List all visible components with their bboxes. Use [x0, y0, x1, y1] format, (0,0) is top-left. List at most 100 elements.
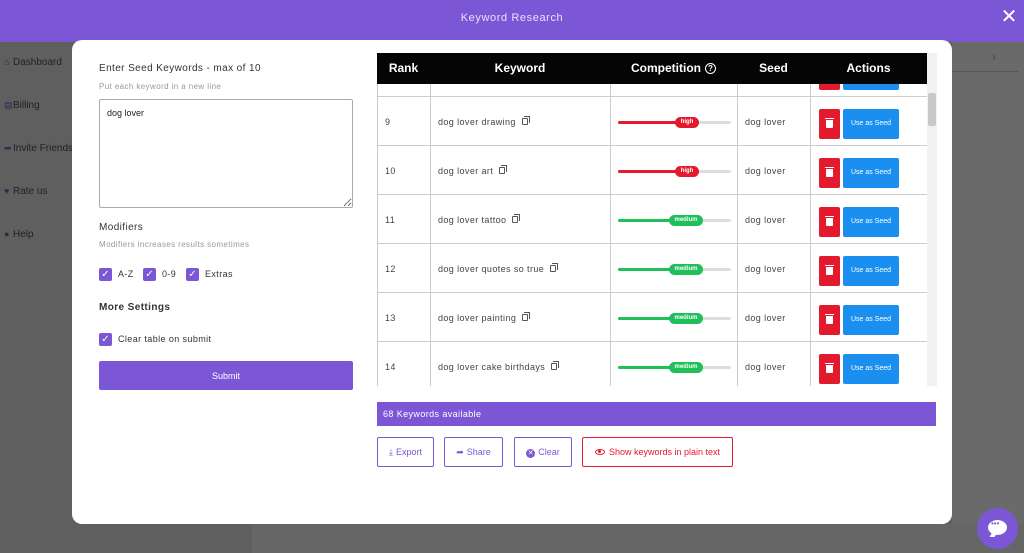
trash-icon: [825, 265, 834, 275]
delete-button[interactable]: [819, 84, 840, 90]
seed-keywords-hint: Put each keyword in a new line: [99, 82, 222, 91]
billing-icon: ▤: [4, 100, 13, 110]
delete-button[interactable]: [819, 109, 840, 139]
seed-cell: dog lover: [745, 362, 786, 372]
clear-table-label: Clear table on submit: [118, 334, 212, 344]
trash-icon: [825, 216, 834, 226]
keyword-cell: dog lover tattoo: [438, 214, 521, 225]
keyword-text: dog lover tattoo: [438, 215, 507, 225]
seed-keywords-input[interactable]: dog lover: [99, 99, 353, 208]
table-body: Use as Seed 9 dog lover drawing high dog lov…: [377, 84, 927, 386]
delete-button[interactable]: [819, 256, 840, 286]
sidebar-item[interactable]: ♥ Rate us: [4, 186, 47, 197]
header-competition-label: Competition: [631, 61, 701, 75]
sidebar-item-label: Invite Friends: [13, 143, 74, 154]
plain-text-label: Show keywords in plain text: [608, 447, 721, 457]
use-as-seed-button[interactable]: Use as Seed: [843, 207, 899, 237]
header-actions: Actions: [846, 61, 891, 75]
keyword-text: dog lover quotes so true: [438, 264, 545, 274]
column-divider: [430, 84, 431, 386]
table-row: 11 dog lover tattoo medium dog lover Use as …: [378, 195, 927, 244]
share-icon: ➦: [4, 143, 12, 153]
chevron-right-icon: ›: [992, 50, 996, 64]
table-row: 14 dog lover cake birthdays medium dog love…: [378, 342, 927, 386]
competition-badge: high: [675, 117, 699, 128]
seed-cell: dog lover: [745, 215, 786, 225]
delete-button[interactable]: [819, 354, 840, 384]
chat-button[interactable]: [977, 508, 1018, 549]
copy-icon[interactable]: [499, 165, 508, 174]
keyword-cell: dog lover cake birthdays: [438, 361, 560, 372]
delete-button[interactable]: [819, 158, 840, 188]
rank-cell: 10: [385, 166, 396, 176]
use-as-seed-button[interactable]: Use as Seed: [843, 84, 899, 90]
keyword-text: dog lover painting: [438, 313, 517, 323]
modifier-09-checkbox[interactable]: ✓: [143, 268, 156, 281]
competition-bar: medium: [618, 362, 731, 373]
use-as-seed-button[interactable]: Use as Seed: [843, 305, 899, 335]
sidebar-item[interactable]: ⌂ Dashboard: [4, 57, 62, 68]
trash-icon: [825, 167, 834, 177]
clear-icon: ✕: [526, 448, 536, 458]
keywords-available-bar: 68 Keywords available: [377, 402, 936, 426]
copy-icon[interactable]: [550, 263, 559, 272]
header-competition: Competition?: [610, 53, 737, 84]
close-icon[interactable]: ✕: [999, 7, 1019, 27]
use-as-seed-button[interactable]: Use as Seed: [843, 109, 899, 139]
modifier-extras-checkbox[interactable]: ✓: [186, 268, 199, 281]
trash-icon: [825, 118, 834, 128]
use-as-seed-button[interactable]: Use as Seed: [843, 256, 899, 286]
delete-button[interactable]: [819, 207, 840, 237]
rank-cell: 12: [385, 264, 396, 274]
keyword-text: dog lover cake birthdays: [438, 362, 546, 372]
keyword-table: Rank Keyword Competition? Seed Actions U…: [377, 53, 937, 386]
sidebar-item[interactable]: ▤Billing: [4, 100, 40, 111]
header-rank: Rank: [388, 61, 419, 75]
keyword-cell: dog lover drawing: [438, 116, 530, 127]
clear-label: Clear: [538, 446, 560, 457]
export-button[interactable]: ⤓ Export: [377, 437, 434, 467]
modifiers-hint: Modifiers increases results sometimes: [99, 240, 250, 249]
table-row: 10 dog lover art high dog lover Use as Seed: [378, 146, 927, 195]
table-scrollbar[interactable]: [927, 53, 937, 386]
copy-icon[interactable]: [512, 214, 521, 223]
keyword-text: dog lover drawing: [438, 117, 516, 127]
seed-keywords-label: Enter Seed Keywords - max of 10: [99, 63, 261, 74]
clear-button[interactable]: ✕ Clear: [514, 437, 572, 467]
modal-header: Keyword Research ✕: [0, 0, 1024, 42]
heart-icon: ♥: [4, 186, 10, 196]
competition-badge: medium: [669, 362, 703, 373]
use-as-seed-button[interactable]: Use as Seed: [843, 158, 899, 188]
competition-badge: high: [675, 166, 699, 177]
copy-icon[interactable]: [551, 361, 560, 370]
sidebar-item[interactable]: ➦Invite Friends: [4, 143, 73, 154]
competition-bar: high: [618, 117, 731, 128]
table-row: 9 dog lover drawing high dog lover Use as Se…: [378, 97, 927, 146]
submit-button[interactable]: Submit: [99, 361, 353, 390]
clear-table-checkbox[interactable]: ✓: [99, 333, 112, 346]
scrollbar-thumb[interactable]: [928, 93, 936, 126]
table-header: Rank Keyword Competition? Seed Actions: [377, 53, 927, 84]
modifiers-label: Modifiers: [99, 222, 144, 233]
trash-icon: [825, 314, 834, 324]
home-icon: ⌂: [4, 57, 10, 67]
seed-cell: dog lover: [745, 166, 786, 176]
share-button[interactable]: ➦ Share: [444, 437, 503, 467]
header-keyword: Keyword: [494, 61, 546, 75]
rank-cell: 9: [385, 117, 391, 127]
delete-button[interactable]: [819, 305, 840, 335]
keyword-cell: dog lover painting: [438, 312, 531, 323]
eye-icon: [594, 449, 605, 455]
modifier-az-checkbox[interactable]: ✓: [99, 268, 112, 281]
share-label: Share: [466, 446, 491, 457]
sidebar-item[interactable]: ● Help: [4, 229, 34, 240]
copy-icon[interactable]: [522, 312, 531, 321]
more-settings-label: More Settings: [99, 302, 171, 313]
download-icon: ⤓: [389, 446, 393, 457]
modifier-09-label: 0-9: [162, 269, 177, 279]
column-divider: [810, 84, 811, 386]
copy-icon[interactable]: [521, 116, 530, 125]
help-circle-icon[interactable]: ?: [705, 63, 716, 74]
plain-text-button[interactable]: Show keywords in plain text: [582, 437, 733, 467]
use-as-seed-button[interactable]: Use as Seed: [843, 354, 899, 384]
